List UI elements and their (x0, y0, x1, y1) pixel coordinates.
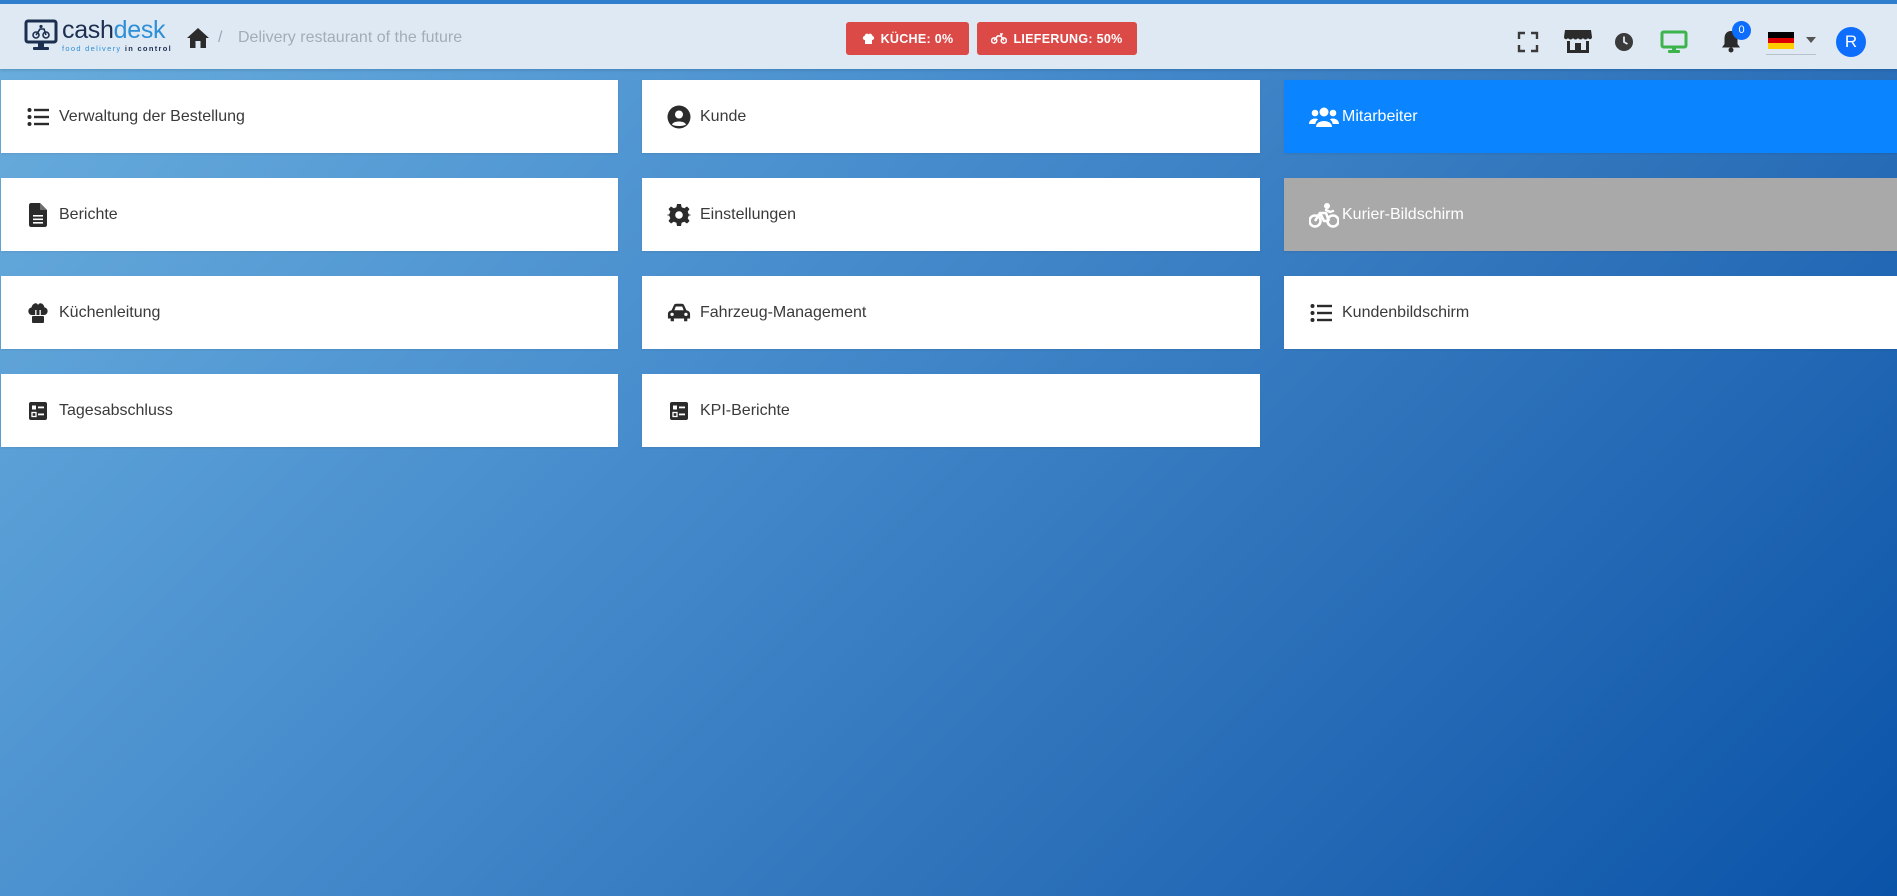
chef-hat-icon (862, 33, 874, 44)
tile-label: Tagesabschluss (59, 401, 173, 419)
checklist-icon (26, 399, 50, 423)
chevron-down-icon[interactable] (1806, 37, 1816, 43)
tile-kitchen-management[interactable]: Küchenleitung (1, 276, 618, 349)
tile-label: Einstellungen (700, 205, 797, 223)
tile-order-management[interactable]: Verwaltung der Bestellung (1, 80, 618, 153)
tile-label: Verwaltung der Bestellung (59, 107, 245, 125)
bike-rider-icon (1309, 202, 1339, 228)
user-avatar[interactable]: R (1836, 27, 1866, 57)
tile-courier-screen[interactable]: Kurier-Bildschirm (1284, 178, 1897, 251)
tile-employees[interactable]: Mitarbeiter (1284, 80, 1897, 153)
tile-customer[interactable]: Kunde (642, 80, 1260, 153)
tile-daily-closing[interactable]: Tagesabschluss (1, 374, 618, 447)
delivery-status-button[interactable]: LIEFERUNG: 50% (977, 22, 1137, 55)
tile-settings[interactable]: Einstellungen (642, 178, 1260, 251)
notification-badge: 0 (1732, 21, 1751, 40)
logo-wordmark: cashdesk (62, 16, 166, 44)
list-icon (1309, 301, 1333, 325)
fullscreen-icon[interactable] (1517, 31, 1539, 53)
tile-customer-screen[interactable]: Kundenbildschirm (1284, 276, 1897, 349)
breadcrumb-current: Delivery restaurant of the future (238, 29, 463, 46)
tile-label: Kurier-Bildschirm (1342, 205, 1464, 223)
car-icon (667, 301, 691, 325)
tile-label: Kundenbildschirm (1342, 303, 1470, 321)
motorbike-icon (991, 33, 1008, 44)
tile-label: Berichte (59, 205, 118, 223)
tile-label: Küchenleitung (59, 303, 161, 321)
tile-label: Kunde (700, 107, 747, 125)
list-icon (26, 105, 50, 129)
tile-reports[interactable]: Berichte (1, 178, 618, 251)
document-icon (26, 202, 50, 227)
tile-label: Mitarbeiter (1342, 107, 1418, 125)
gear-icon (667, 203, 691, 227)
clock-icon[interactable] (1614, 32, 1634, 52)
store-icon[interactable] (1563, 28, 1593, 54)
monitor-icon[interactable] (1660, 30, 1688, 54)
de-flag-icon[interactable] (1768, 32, 1794, 49)
logo-tagline: food delivery in control (62, 44, 172, 53)
users-icon (1309, 105, 1339, 129)
monitor-logo-icon (24, 19, 58, 50)
top-bar: cashdesk food delivery in control / Deli… (0, 0, 1897, 69)
tile-label: KPI-Berichte (700, 401, 790, 419)
home-icon[interactable] (186, 27, 210, 49)
kitchen-status-button[interactable]: KÜCHE: 0% (846, 22, 969, 55)
chef-hat-icon (26, 301, 50, 325)
tile-kpi-reports[interactable]: KPI-Berichte (642, 374, 1260, 447)
user-circle-icon (667, 105, 691, 129)
language-select-underline (1766, 54, 1816, 55)
tile-label: Fahrzeug-Management (700, 303, 867, 321)
tile-vehicle-management[interactable]: Fahrzeug-Management (642, 276, 1260, 349)
cashdesk-logo[interactable]: cashdesk food delivery in control (24, 18, 172, 54)
checklist-icon (667, 399, 691, 423)
breadcrumb-separator: / (218, 29, 223, 46)
